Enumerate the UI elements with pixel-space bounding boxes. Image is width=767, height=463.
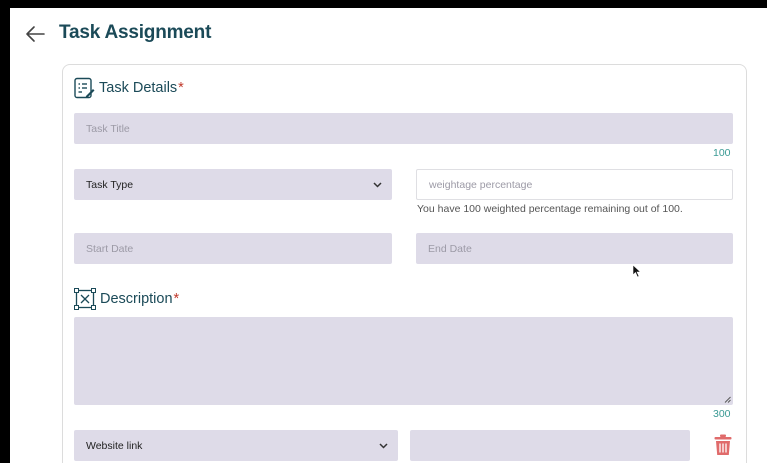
end-date-placeholder: End Date <box>428 242 472 255</box>
chevron-down-icon <box>379 442 388 449</box>
start-date-input[interactable]: Start Date <box>74 233 392 264</box>
weightage-remaining-hint: You have 100 weighted percentage remaini… <box>417 203 683 215</box>
description-label: Description <box>100 291 173 307</box>
task-type-select[interactable]: Task Type <box>74 169 392 200</box>
link-url-input[interactable] <box>410 430 690 461</box>
page-title: Task Assignment <box>59 22 212 43</box>
task-details-label: Task Details <box>99 80 178 96</box>
clipboard-list-icon <box>74 77 95 99</box>
link-type-selected: Website link <box>86 439 143 452</box>
task-title-char-counter: 100 <box>713 147 731 159</box>
arrow-left-icon[interactable] <box>24 24 46 44</box>
task-title-input[interactable]: Task Title <box>74 113 733 144</box>
description-char-counter: 300 <box>713 408 731 420</box>
link-type-select[interactable]: Website link <box>74 430 398 461</box>
required-mark: * <box>173 291 180 307</box>
description-heading: Description * <box>74 288 179 310</box>
mouse-cursor-icon <box>632 264 642 278</box>
required-mark: * <box>178 80 184 96</box>
description-textarea[interactable] <box>74 317 733 405</box>
resize-grip-icon[interactable] <box>724 396 731 403</box>
task-title-placeholder: Task Title <box>86 122 130 135</box>
task-details-heading: Task Details * <box>73 77 184 99</box>
trash-icon[interactable] <box>714 434 732 456</box>
weightage-placeholder: weightage percentage <box>429 178 533 191</box>
task-type-selected: Task Type <box>86 178 134 191</box>
end-date-input[interactable]: End Date <box>416 233 733 264</box>
chevron-down-icon <box>373 181 382 188</box>
task-form-card: Task Details * Task Title 100 Task Type w… <box>62 64 747 463</box>
start-date-placeholder: Start Date <box>86 242 134 255</box>
image-text-icon <box>74 288 96 310</box>
weightage-percentage-input[interactable]: weightage percentage <box>416 169 733 200</box>
app-window: Task Assignment Task Details * Task Title… <box>10 8 767 463</box>
